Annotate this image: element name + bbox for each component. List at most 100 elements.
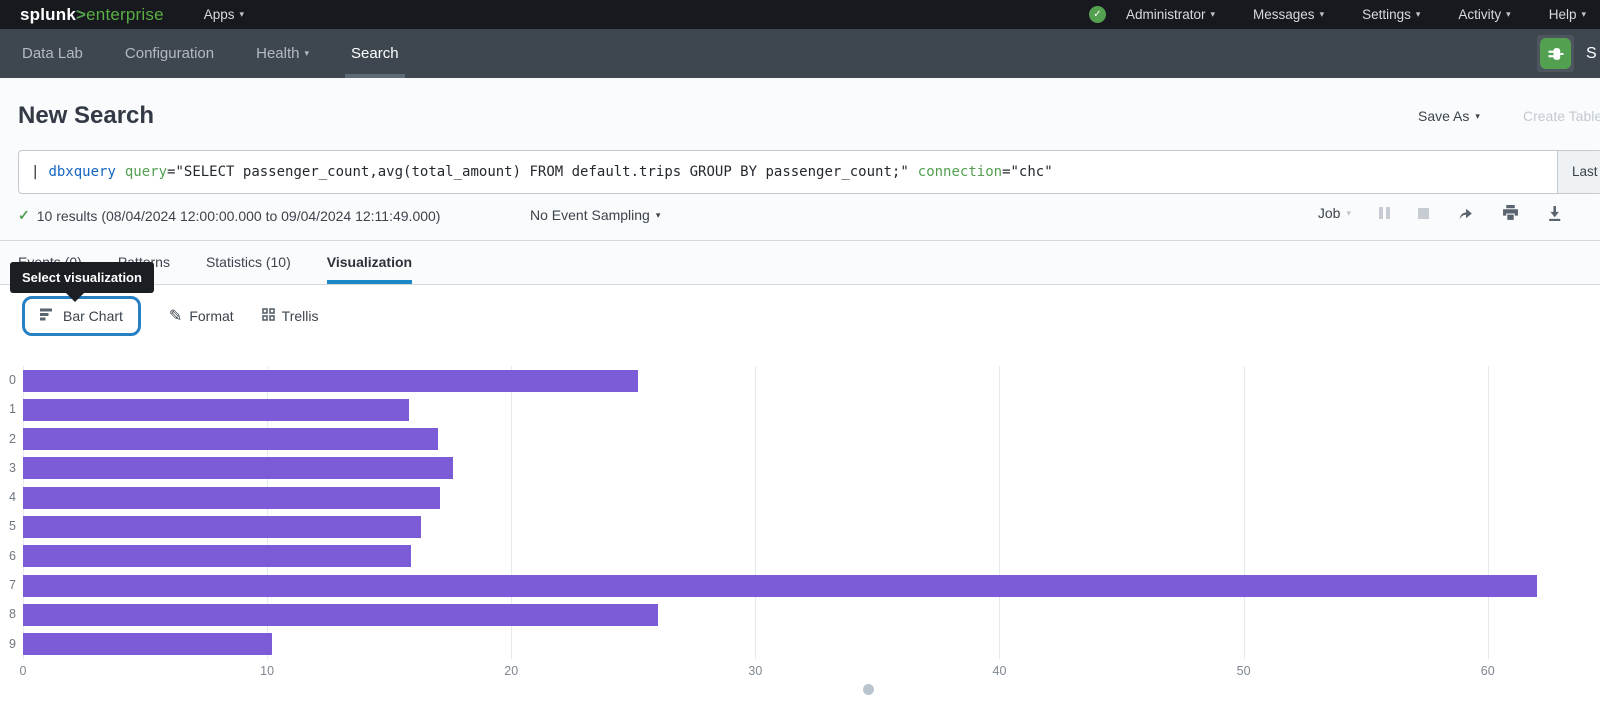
y-axis-label: 6	[0, 542, 16, 571]
caret-down-icon: ▾	[1581, 9, 1586, 20]
query-param1-name: query	[125, 164, 167, 180]
apps-label: Apps	[204, 7, 235, 22]
bar[interactable]	[23, 545, 411, 567]
bar[interactable]	[23, 370, 638, 392]
activity-menu[interactable]: Activity ▾	[1458, 7, 1510, 22]
bar[interactable]	[23, 428, 438, 450]
top-bar: splunk>enterprise Apps ▾ ✓ Administrator…	[0, 0, 1600, 29]
chart-plot	[23, 366, 1600, 659]
messages-menu[interactable]: Messages ▾	[1253, 7, 1324, 22]
x-axis-label: 0	[20, 664, 27, 678]
messages-label: Messages	[1253, 7, 1315, 22]
y-axis-label: 7	[0, 571, 16, 600]
caret-down-icon: ▾	[240, 9, 245, 20]
y-axis-label: 4	[0, 483, 16, 512]
caret-down-icon: ▾	[1320, 9, 1325, 20]
save-as-button[interactable]: Save As ▾	[1418, 108, 1480, 124]
event-sampling-menu[interactable]: No Event Sampling ▾	[530, 207, 660, 223]
logo-splunk: splunk	[20, 5, 76, 24]
results-summary: ✓ 10 results (08/04/2024 12:00:00.000 to…	[18, 207, 440, 224]
select-visualization-tooltip: Select visualization	[10, 262, 154, 293]
query-param2-value: ="chc"	[1002, 164, 1053, 180]
x-axis-label: 20	[504, 664, 518, 678]
bar-row	[23, 425, 1600, 454]
bar-row	[23, 395, 1600, 424]
format-button[interactable]: ✎ Format	[169, 306, 234, 326]
topbar-right: ✓ Administrator ▾ Messages ▾ Settings ▾ …	[1089, 6, 1600, 23]
caret-down-icon: ▾	[1506, 9, 1511, 20]
bar-row	[23, 542, 1600, 571]
y-axis-label: 2	[0, 425, 16, 454]
y-axis-label: 0	[0, 366, 16, 395]
trellis-label: Trellis	[282, 308, 319, 324]
db-connect-app-button[interactable]	[1537, 35, 1574, 72]
health-label: Health	[256, 45, 299, 62]
check-icon: ✓	[18, 207, 30, 224]
format-label: Format	[189, 308, 233, 324]
job-controls: Job ▾	[1318, 205, 1562, 221]
logo-gt: >	[76, 5, 86, 24]
bar[interactable]	[23, 487, 440, 509]
search-label: Search	[351, 45, 399, 62]
logo-enterprise: enterprise	[86, 5, 164, 24]
health-status-icon[interactable]: ✓	[1089, 6, 1106, 23]
x-axis-label: 60	[1481, 664, 1495, 678]
apps-menu[interactable]: Apps ▾	[204, 7, 244, 22]
create-table-view-button[interactable]: Create Table View	[1523, 108, 1600, 124]
activity-label: Activity	[1458, 7, 1501, 22]
administrator-menu[interactable]: Administrator ▾	[1126, 7, 1215, 22]
save-as-label: Save As	[1418, 108, 1469, 124]
trellis-button[interactable]: Trellis	[262, 308, 319, 324]
chart-type-picker-button[interactable]: Bar Chart	[22, 296, 141, 336]
help-label: Help	[1549, 7, 1577, 22]
x-axis-label: 30	[748, 664, 762, 678]
caret-down-icon: ▾	[1475, 111, 1480, 122]
bar[interactable]	[23, 604, 658, 626]
app-name-partial: S	[1586, 45, 1600, 63]
bar-row	[23, 483, 1600, 512]
bar[interactable]	[23, 633, 272, 655]
nav-item-search[interactable]: Search	[351, 29, 399, 78]
plug-icon	[1540, 38, 1571, 69]
share-icon[interactable]	[1457, 206, 1474, 221]
stop-icon	[1418, 208, 1429, 219]
nav-item-health[interactable]: Health ▾	[256, 29, 309, 78]
tab-visualization[interactable]: Visualization	[327, 254, 412, 284]
tab-statistics[interactable]: Statistics (10)	[206, 254, 291, 284]
event-sampling-label: No Event Sampling	[530, 207, 650, 223]
pagination-dot[interactable]	[863, 684, 874, 695]
bar[interactable]	[23, 399, 409, 421]
settings-menu[interactable]: Settings ▾	[1362, 7, 1420, 22]
bar-chart-icon	[40, 308, 54, 324]
bar-row	[23, 630, 1600, 659]
nav-item-configuration[interactable]: Configuration	[125, 29, 214, 78]
app-nav-items: Data Lab Configuration Health ▾ Search	[0, 29, 399, 78]
bar[interactable]	[23, 575, 1537, 597]
settings-label: Settings	[1362, 7, 1411, 22]
bar[interactable]	[23, 457, 453, 479]
nav-item-data-lab[interactable]: Data Lab	[22, 29, 83, 78]
caret-down-icon: ▾	[1416, 9, 1421, 20]
search-input[interactable]: |dbxqueryquery="SELECT passenger_count,a…	[18, 150, 1600, 194]
x-axis-label: 40	[993, 664, 1007, 678]
splunk-logo[interactable]: splunk>enterprise	[20, 5, 164, 25]
bar-row	[23, 600, 1600, 629]
caret-down-icon: ▾	[1211, 9, 1216, 20]
trellis-grid-icon	[262, 308, 275, 324]
app-nav-right: S	[1537, 29, 1600, 78]
chart-type-label: Bar Chart	[63, 308, 123, 324]
export-icon[interactable]	[1547, 205, 1562, 221]
job-menu[interactable]: Job ▾	[1318, 205, 1351, 221]
search-query-text: |dbxqueryquery="SELECT passenger_count,a…	[31, 151, 1053, 193]
pencil-icon: ✎	[169, 306, 182, 326]
print-icon[interactable]	[1502, 205, 1519, 221]
query-command: dbxquery	[48, 164, 115, 180]
time-range-picker[interactable]: Last	[1557, 151, 1600, 193]
page-title: New Search	[18, 102, 154, 130]
x-axis-label: 10	[260, 664, 274, 678]
help-menu[interactable]: Help ▾	[1549, 7, 1586, 22]
query-param1-value: ="SELECT passenger_count,avg(total_amoun…	[167, 164, 909, 180]
bar[interactable]	[23, 516, 421, 538]
bar-row	[23, 512, 1600, 541]
y-axis-label: 3	[0, 454, 16, 483]
